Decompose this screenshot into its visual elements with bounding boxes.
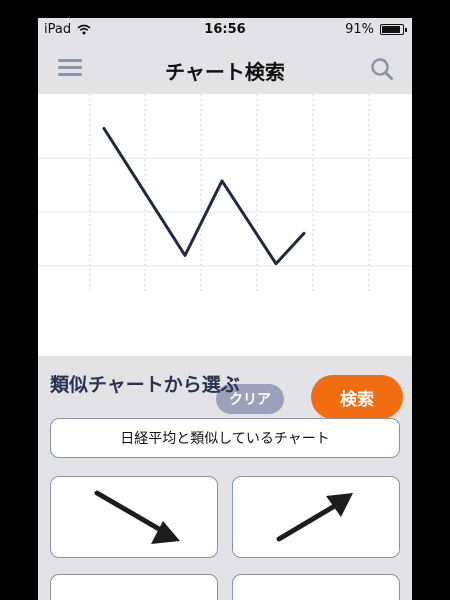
similar-chart-card-up[interactable]: [232, 476, 400, 558]
similar-chart-card-down[interactable]: [50, 476, 218, 558]
status-right: 91%: [345, 22, 407, 37]
status-bar: iPad 16:56 91%: [38, 18, 412, 42]
battery-icon: [380, 24, 407, 35]
similar-chart-card-3[interactable]: [50, 574, 218, 600]
up-right-arrow-icon: [276, 493, 353, 542]
chart-drawing-area[interactable]: クリア 検索: [38, 94, 412, 419]
page-title: チャート検索: [165, 60, 285, 84]
section-title: 類似チャートから選ぶ: [50, 374, 240, 396]
search-button[interactable]: 検索: [311, 375, 403, 419]
battery-level-fill: [382, 26, 400, 33]
navigation-bar: チャート検索: [38, 42, 412, 94]
search-icon[interactable]: [370, 57, 394, 81]
chart-canvas[interactable]: [38, 94, 412, 356]
battery-tip: [405, 28, 407, 32]
similar-chart-card-4[interactable]: [232, 574, 400, 600]
down-right-arrow-icon: [94, 490, 180, 544]
drawn-chart-line: [102, 127, 306, 266]
nikkei-similar-button[interactable]: 日経平均と類似しているチャート: [50, 418, 400, 458]
battery-percent: 91%: [345, 22, 374, 37]
app-screen: iPad 16:56 91% チャート検索 クリア 検索 類似チャートから選ぶ …: [38, 18, 412, 600]
